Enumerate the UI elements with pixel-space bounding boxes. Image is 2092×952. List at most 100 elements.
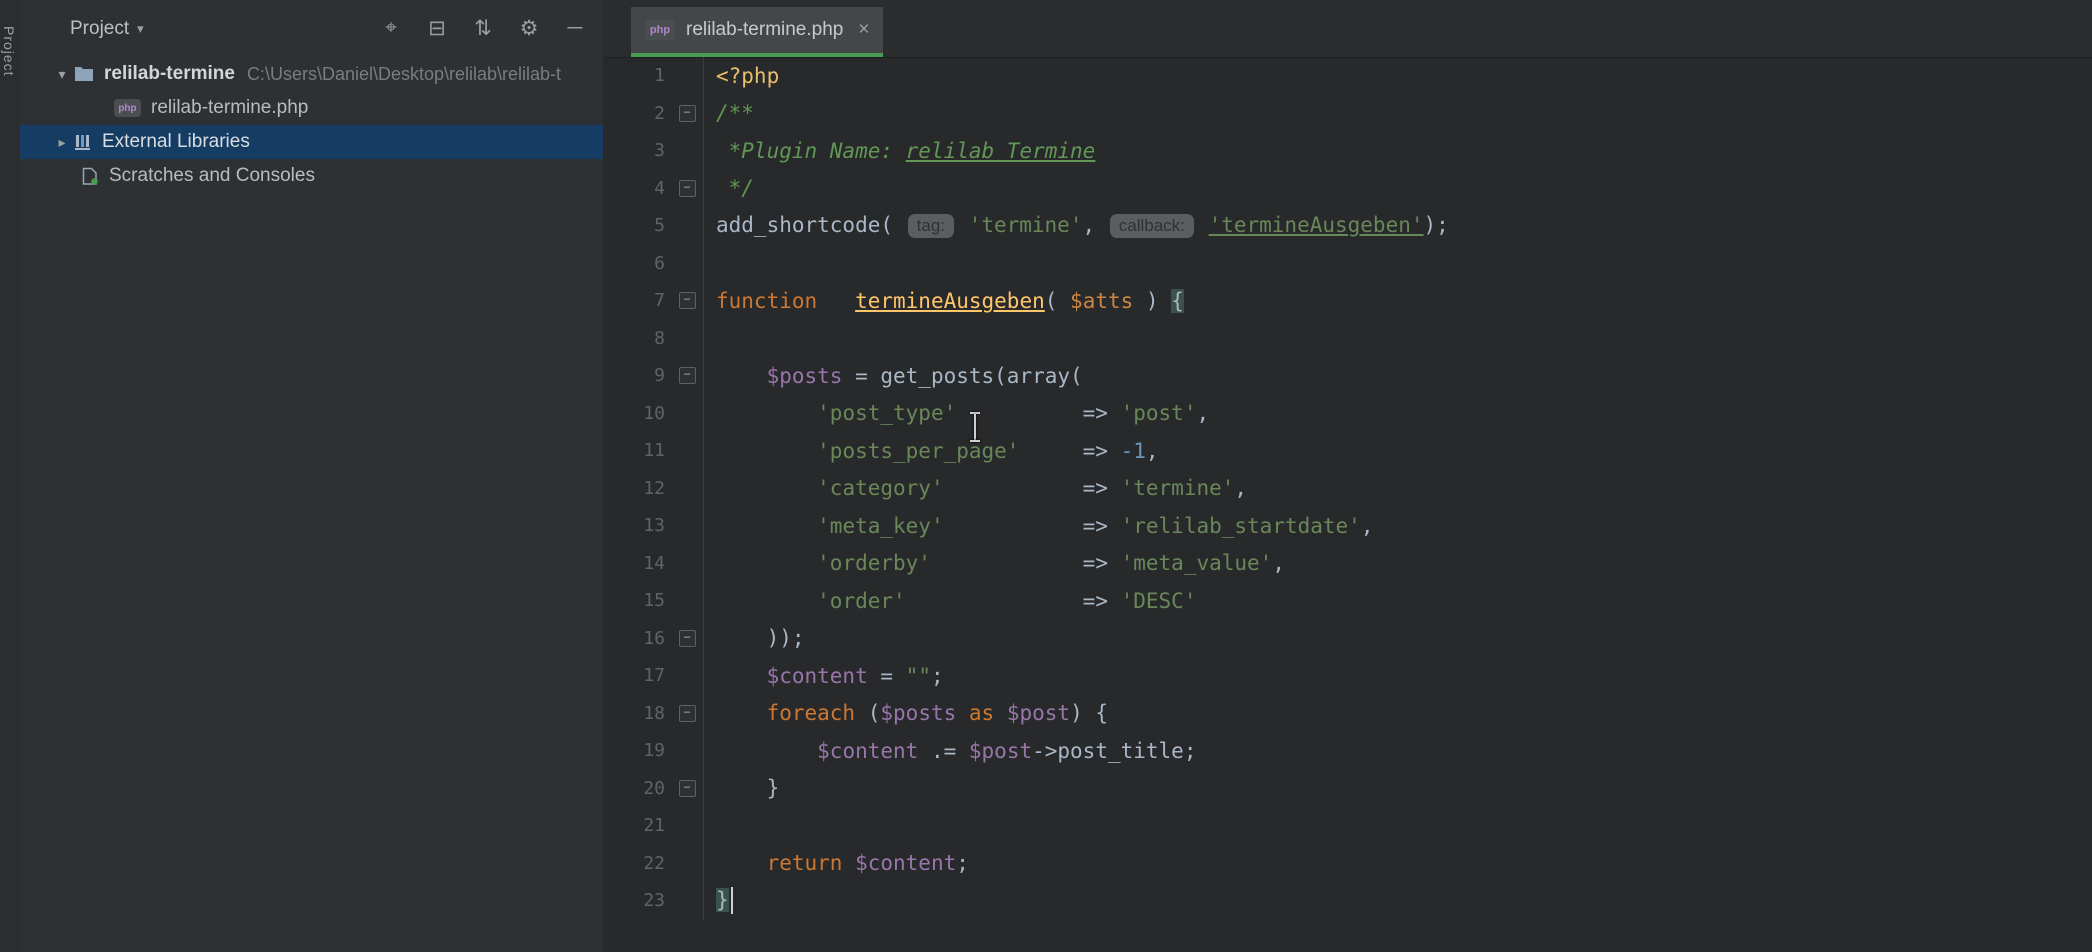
fold-icon[interactable]: − — [671, 180, 703, 197]
editor-gutter[interactable]: 10 — [603, 395, 704, 433]
editor-gutter[interactable]: 4− — [603, 170, 704, 208]
code-line[interactable]: 6 — [603, 245, 2092, 283]
code-line[interactable]: 18− foreach ($posts as $post) { — [603, 695, 2092, 733]
code-text[interactable]: */ — [716, 176, 754, 200]
editor-gutter[interactable]: 3 — [603, 132, 704, 170]
code-text[interactable]: } — [716, 776, 779, 800]
code-line[interactable]: 9− $posts = get_posts(array( — [603, 357, 2092, 395]
editor-gutter[interactable]: 8 — [603, 320, 704, 358]
code-text[interactable]: <?php — [716, 64, 779, 88]
tree-item-scratches[interactable]: Scratches and Consoles — [20, 159, 603, 193]
editor-gutter[interactable]: 20− — [603, 770, 704, 808]
editor-gutter[interactable]: 5 — [603, 207, 704, 245]
editor-gutter[interactable]: 2− — [603, 95, 704, 133]
code-text[interactable]: add_shortcode( tag: 'termine', callback:… — [716, 213, 1449, 238]
code-line[interactable]: 2− /** — [603, 95, 2092, 133]
code-line[interactable]: 22 return $content; — [603, 845, 2092, 883]
code-line[interactable]: 11 'posts_per_page' => -1, — [603, 432, 2092, 470]
tab-relilab-termine-php[interactable]: php relilab-termine.php × — [631, 7, 883, 57]
code-line[interactable]: 17 $content = ""; — [603, 657, 2092, 695]
php-file-icon: php — [645, 20, 675, 40]
editor-gutter[interactable]: 18− — [603, 695, 704, 733]
stripe-label-project[interactable]: Project — [1, 26, 17, 77]
editor-gutter[interactable]: 6 — [603, 245, 704, 283]
code-line[interactable]: 19 $content .= $post->post_title; — [603, 732, 2092, 770]
collapse-all-icon[interactable]: ⊟ — [427, 16, 447, 41]
code-line[interactable]: 16− )); — [603, 620, 2092, 658]
code-line[interactable]: 20− } — [603, 770, 2092, 808]
code-line[interactable]: 23} — [603, 882, 2092, 920]
code-token: ( — [855, 701, 880, 725]
hide-panel-icon[interactable]: ─ — [565, 16, 585, 41]
line-number: 7 — [603, 290, 671, 311]
code-text[interactable]: $posts = get_posts(array( — [716, 364, 1083, 388]
locate-file-icon[interactable]: ⌖ — [381, 16, 401, 41]
line-number: 17 — [603, 665, 671, 686]
editor-gutter[interactable]: 21 — [603, 807, 704, 845]
chevron-down-icon[interactable]: ▾ — [50, 66, 74, 83]
editor-gutter[interactable]: 19 — [603, 732, 704, 770]
editor-gutter[interactable]: 13 — [603, 507, 704, 545]
code-text[interactable]: 'posts_per_page' => -1, — [716, 439, 1159, 463]
code-text[interactable]: } — [716, 887, 733, 914]
code-line[interactable]: 8 — [603, 320, 2092, 358]
editor-gutter[interactable]: 11 — [603, 432, 704, 470]
code-text[interactable]: *Plugin Name: relilab Termine — [716, 139, 1095, 163]
editor-gutter[interactable]: 12 — [603, 470, 704, 508]
code-text[interactable]: foreach ($posts as $post) { — [716, 701, 1108, 725]
line-number: 11 — [603, 440, 671, 461]
code-line[interactable]: 12 'category' => 'termine', — [603, 470, 2092, 508]
tree-item-label: relilab-termine.php — [151, 97, 308, 119]
settings-gear-icon[interactable]: ⚙ — [519, 16, 539, 41]
editor-gutter[interactable]: 15 — [603, 582, 704, 620]
line-number: 13 — [603, 515, 671, 536]
editor-gutter[interactable]: 14 — [603, 545, 704, 583]
code-text[interactable]: $content = ""; — [716, 664, 944, 688]
code-text[interactable]: return $content; — [716, 851, 969, 875]
code-line[interactable]: 15 'order' => 'DESC' — [603, 582, 2092, 620]
code-line[interactable]: 14 'orderby' => 'meta_value', — [603, 545, 2092, 583]
code-area[interactable]: 1 <?php 2− /** 3 *Plugin Name: relilab Termi… — [603, 57, 2092, 952]
editor-gutter[interactable]: 17 — [603, 657, 704, 695]
tree-item-project-root[interactable]: ▾ relilab-termine C:\Users\Daniel\Deskto… — [20, 57, 603, 91]
fold-icon[interactable]: − — [671, 630, 703, 647]
fold-icon[interactable]: − — [671, 292, 703, 309]
code-token: *Plugin Name: — [716, 139, 906, 163]
editor-gutter[interactable]: 23 — [603, 882, 704, 920]
code-line[interactable]: 4− */ — [603, 170, 2092, 208]
code-text[interactable]: 'category' => 'termine', — [716, 476, 1247, 500]
code-text[interactable]: $content .= $post->post_title; — [716, 739, 1196, 763]
fold-icon[interactable]: − — [671, 780, 703, 797]
fold-icon[interactable]: − — [671, 705, 703, 722]
code-line[interactable]: 21 — [603, 807, 2092, 845]
close-icon[interactable]: × — [858, 19, 869, 41]
code-text[interactable]: )); — [716, 626, 805, 650]
code-text[interactable]: 'order' => 'DESC' — [716, 589, 1196, 613]
code-text[interactable]: 'orderby' => 'meta_value', — [716, 551, 1285, 575]
fold-icon[interactable]: − — [671, 367, 703, 384]
code-line[interactable]: 10 'post_type' => 'post', — [603, 395, 2092, 433]
editor-gutter[interactable]: 22 — [603, 845, 704, 883]
tree-item-php-file[interactable]: php relilab-termine.php — [20, 91, 603, 125]
editor-gutter[interactable]: 9− — [603, 357, 704, 395]
project-view-title: Project — [70, 18, 129, 40]
chevron-right-icon[interactable]: ▸ — [50, 134, 74, 151]
code-line[interactable]: 1 <?php — [603, 57, 2092, 95]
code-text[interactable]: function termineAusgeben( $atts ) { — [716, 289, 1184, 313]
fold-icon[interactable]: − — [671, 105, 703, 122]
code-text[interactable]: /** — [716, 101, 754, 125]
code-line[interactable]: 5 add_shortcode( tag: 'termine', callback… — [603, 207, 2092, 245]
tree-item-external-libraries[interactable]: ▸ External Libraries — [20, 125, 603, 159]
code-text[interactable]: 'post_type' => 'post', — [716, 401, 1209, 425]
code-line[interactable]: 13 'meta_key' => 'relilab_startdate', — [603, 507, 2092, 545]
editor-gutter[interactable]: 1 — [603, 57, 704, 95]
code-line[interactable]: 7−function termineAusgeben( $atts ) { — [603, 282, 2092, 320]
project-view-dropdown[interactable]: Project ▾ — [70, 18, 144, 40]
sort-icon[interactable]: ⇅ — [473, 16, 493, 41]
code-token — [716, 364, 767, 388]
code-line[interactable]: 3 *Plugin Name: relilab Termine — [603, 132, 2092, 170]
code-token: )); — [716, 626, 805, 650]
editor-gutter[interactable]: 16− — [603, 620, 704, 658]
code-text[interactable]: 'meta_key' => 'relilab_startdate', — [716, 514, 1373, 538]
editor-gutter[interactable]: 7− — [603, 282, 704, 320]
